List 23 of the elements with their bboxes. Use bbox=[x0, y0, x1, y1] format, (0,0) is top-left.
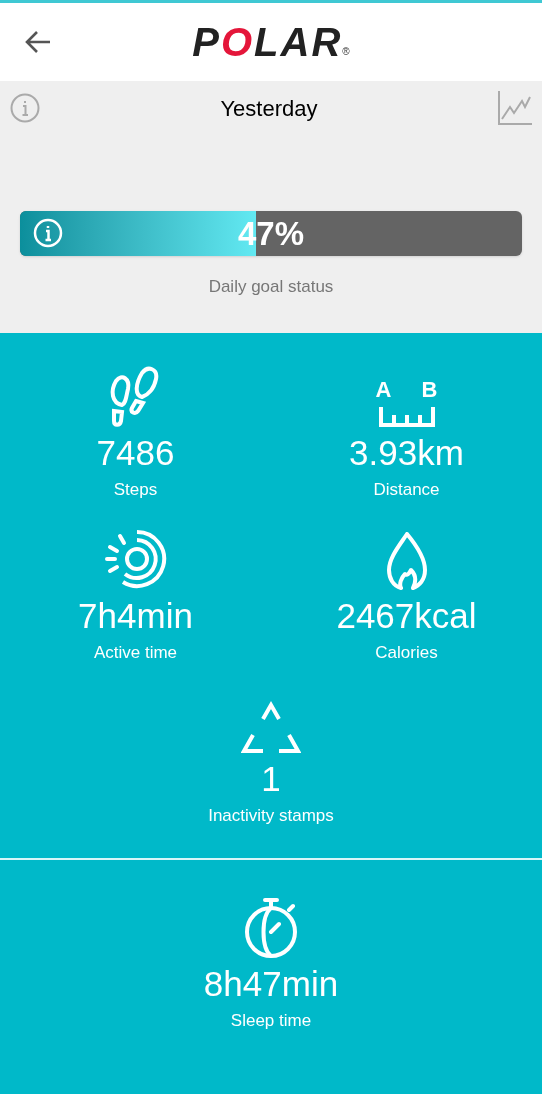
metric-label: Active time bbox=[93, 641, 178, 663]
metric-value: 7486 bbox=[96, 432, 175, 474]
metric-label: Distance bbox=[373, 478, 440, 500]
line-chart-icon[interactable] bbox=[498, 91, 532, 125]
stopwatch-moon-icon bbox=[243, 896, 299, 958]
metric-label: Inactivity stamps bbox=[208, 804, 334, 826]
metric-label: Steps bbox=[113, 478, 158, 500]
flame-icon bbox=[386, 532, 427, 590]
metric-label: Sleep time bbox=[230, 1009, 312, 1031]
brand-logo: POLAR bbox=[192, 22, 343, 62]
registered-mark: ® bbox=[342, 46, 350, 59]
metric-label: Calories bbox=[375, 641, 438, 663]
metric-value: 7h4min bbox=[78, 595, 193, 637]
metric-value: 8h47min bbox=[203, 963, 339, 1005]
back-arrow-icon[interactable] bbox=[24, 30, 52, 54]
info-icon[interactable] bbox=[10, 93, 40, 123]
goal-label: Daily goal status bbox=[208, 276, 334, 298]
metric-value: 3.93km bbox=[349, 432, 464, 474]
day-title: Yesterday bbox=[220, 94, 318, 123]
triangle-icon bbox=[241, 699, 301, 753]
metric-value: 1 bbox=[261, 758, 281, 800]
activity-rings-icon bbox=[104, 528, 167, 590]
metric-value: 2467kcal bbox=[336, 595, 477, 637]
